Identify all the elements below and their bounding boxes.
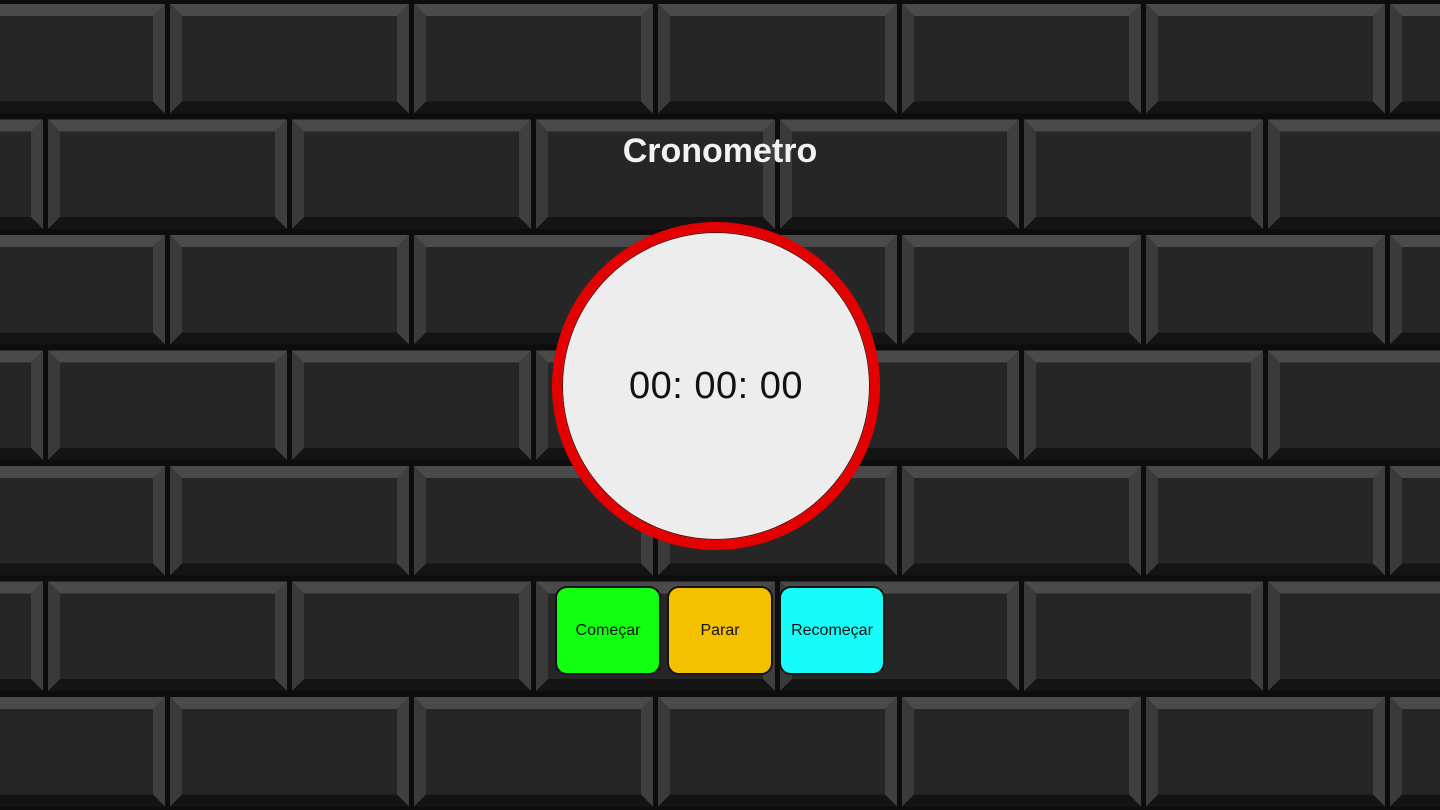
- brick: [1268, 581, 1440, 691]
- brick: [0, 697, 165, 807]
- brick: [1146, 466, 1385, 576]
- stop-button[interactable]: Parar: [667, 586, 773, 675]
- brick: [1024, 581, 1263, 691]
- brick: [902, 466, 1141, 576]
- reset-button[interactable]: Recomeçar: [779, 586, 885, 675]
- brick: [414, 4, 653, 114]
- brick: [0, 4, 165, 114]
- brick: [902, 697, 1141, 807]
- stopwatch-page: Cronometro 00: 00: 00 Começar Parar Reco…: [0, 0, 1440, 810]
- brick: [414, 697, 653, 807]
- brick: [1390, 697, 1440, 807]
- brick: [0, 350, 43, 460]
- brick: [0, 235, 165, 345]
- brick: [292, 350, 531, 460]
- brick: [902, 235, 1141, 345]
- brick: [658, 4, 897, 114]
- brick: [0, 466, 165, 576]
- brick: [658, 697, 897, 807]
- elapsed-time-display: 00: 00: 00: [628, 364, 804, 407]
- brick: [1146, 235, 1385, 345]
- start-button[interactable]: Começar: [555, 586, 661, 675]
- brick: [1390, 235, 1440, 345]
- brick: [48, 581, 287, 691]
- brick: [902, 4, 1141, 114]
- brick: [170, 4, 409, 114]
- brick: [48, 350, 287, 460]
- brick: [1146, 697, 1385, 807]
- stopwatch-dial: 00: 00: 00: [552, 222, 880, 550]
- brick: [0, 581, 43, 691]
- brick: [170, 697, 409, 807]
- brick: [292, 581, 531, 691]
- brick: [1390, 466, 1440, 576]
- brick: [170, 235, 409, 345]
- brick: [1268, 350, 1440, 460]
- page-title: Cronometro: [622, 132, 818, 170]
- brick: [170, 466, 409, 576]
- brick: [1146, 4, 1385, 114]
- brick: [1024, 350, 1263, 460]
- brick: [1390, 4, 1440, 114]
